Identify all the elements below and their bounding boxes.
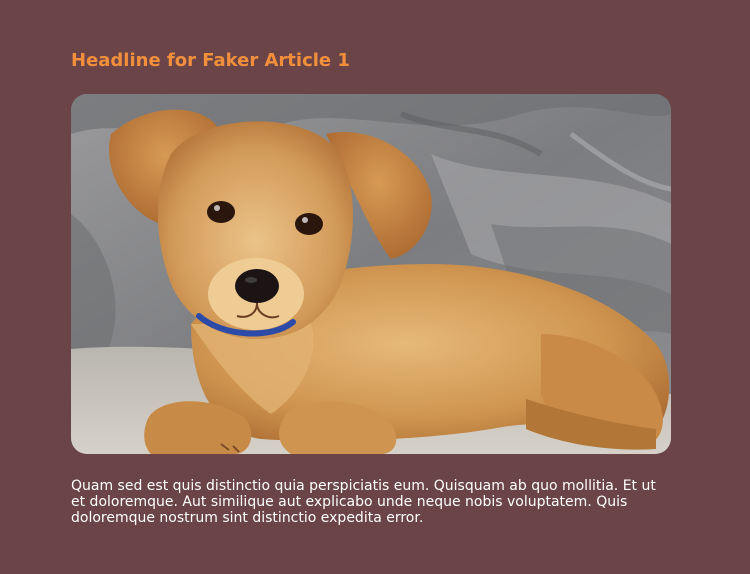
puppy-photo (71, 94, 671, 454)
article-image (71, 94, 671, 454)
article-body: Quam sed est quis distinctio quia perspi… (71, 478, 656, 526)
article-headline[interactable]: Headline for Faker Article 1 (71, 50, 350, 72)
